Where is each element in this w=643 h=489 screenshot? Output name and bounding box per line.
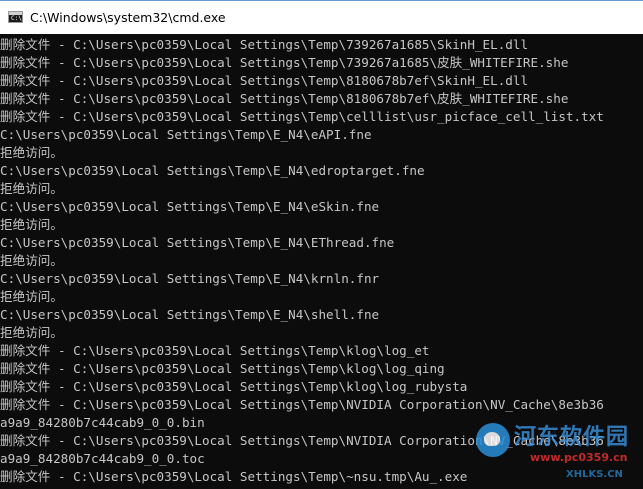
cmd-window: C:\ C:\Windows\system32\cmd.exe 删除文件 - C… (0, 0, 643, 489)
console-line: 删除文件 - C:\Users\pc0359\Local Settings\Te… (0, 109, 604, 124)
console-line: a9a9_84280b7c44cab9_0_0.toc (0, 451, 205, 466)
console-line: a9a9_84280b7c44cab9_0_0.bin (0, 415, 205, 430)
console-icon-glyph: C:\ (11, 15, 22, 22)
console-line: 拒绝访问。 (0, 181, 63, 196)
console-line: 拒绝访问。 (0, 217, 63, 232)
console-line: 删除文件 - C:\Users\pc0359\Local Settings\Te… (0, 73, 529, 88)
console-line: 删除文件 - C:\Users\pc0359\Local Settings\Te… (0, 379, 468, 394)
console-line: 删除文件 - C:\Users\pc0359\Local Settings\Te… (0, 469, 468, 484)
window-title: C:\Windows\system32\cmd.exe (30, 10, 226, 25)
console-line: C:\Users\pc0359\Local Settings\Temp\E_N4… (0, 199, 380, 214)
console-line: 删除文件 - C:\Users\pc0359\Local Settings\Te… (0, 361, 445, 376)
console-line: 拒绝访问。 (0, 253, 63, 268)
cmd-console-icon[interactable]: C:\ (8, 11, 23, 23)
console-line: 拒绝访问。 (0, 325, 63, 340)
console-line: 拒绝访问。 (0, 145, 63, 160)
console-line: C:\Users\pc0359\Local Settings\Temp\E_N4… (0, 307, 380, 322)
console-line: C:\Users\pc0359\Local Settings\Temp\E_N4… (0, 235, 395, 250)
console-line: 拒绝访问。 (0, 289, 63, 304)
console-line: C:\Users\pc0359\Local Settings\Temp\E_N4… (0, 127, 372, 142)
console-line: C:\Users\pc0359\Local Settings\Temp\E_N4… (0, 271, 380, 286)
console-line: 删除文件 - C:\Users\pc0359\Local Settings\Te… (0, 433, 604, 448)
title-bar[interactable]: C:\ C:\Windows\system32\cmd.exe (0, 0, 643, 34)
console-line: 删除文件 - C:\Users\pc0359\Local Settings\Te… (0, 37, 529, 52)
console-line: 删除文件 - C:\Users\pc0359\Local Settings\Te… (0, 91, 569, 106)
console-line: 删除文件 - C:\Users\pc0359\Local Settings\Te… (0, 343, 430, 358)
console-line: 删除文件 - C:\Users\pc0359\Local Settings\Te… (0, 397, 604, 412)
console-line: C:\Users\pc0359\Local Settings\Temp\E_N4… (0, 163, 425, 178)
console-line: 删除文件 - C:\Users\pc0359\Local Settings\Te… (0, 55, 569, 70)
console-output[interactable]: 删除文件 - C:\Users\pc0359\Local Settings\Te… (0, 35, 643, 489)
